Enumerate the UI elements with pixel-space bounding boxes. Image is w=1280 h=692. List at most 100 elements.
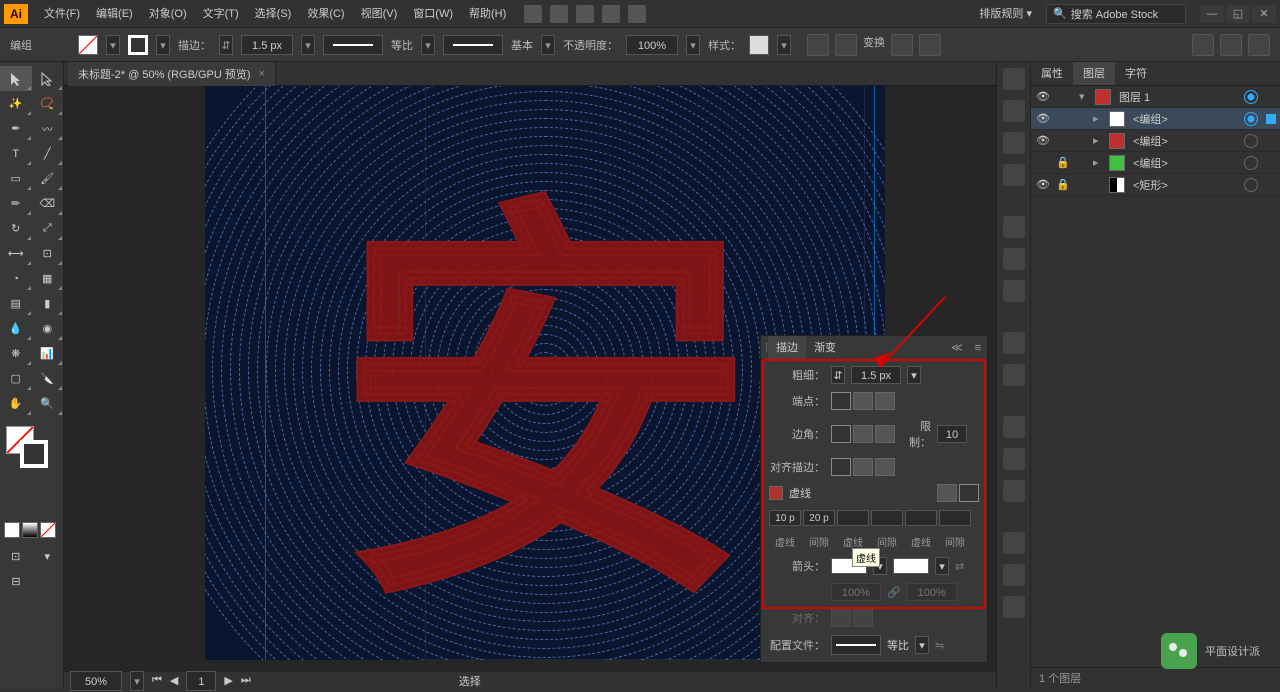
blend-tool[interactable]: ◉	[32, 316, 64, 341]
brush-def-preview[interactable]	[443, 35, 503, 55]
target-icon[interactable]	[1244, 90, 1258, 104]
tab-properties[interactable]: 属性	[1031, 62, 1073, 85]
stroke-weight-dropdown[interactable]: ▾	[301, 35, 315, 55]
optbar-extra-3[interactable]	[1248, 34, 1270, 56]
menubar-icon-5[interactable]	[628, 5, 646, 23]
graphic-styles-panel-icon[interactable]	[1003, 364, 1025, 386]
stroke-panel-icon[interactable]	[1003, 216, 1025, 238]
dash-input-1[interactable]	[837, 510, 869, 526]
line-tool[interactable]: ╱	[32, 141, 64, 166]
visibility-toggle[interactable]: 👁	[1035, 112, 1051, 125]
weight-dropdown[interactable]: ▾	[907, 366, 921, 384]
artboard-nav-next2[interactable]: ⏭	[241, 674, 251, 687]
layer-name[interactable]: <编组>	[1129, 111, 1240, 127]
window-close-button[interactable]: ✕	[1252, 5, 1276, 23]
panel-collapse-button[interactable]: ≪	[945, 341, 969, 354]
edit-icon[interactable]	[919, 34, 941, 56]
expand-toggle[interactable]: ▸	[1093, 112, 1105, 125]
shape-builder-tool[interactable]: ◔	[0, 266, 32, 291]
cap-butt-button[interactable]	[831, 392, 851, 410]
align-icon[interactable]	[835, 34, 857, 56]
artboard-tool[interactable]: ▢	[0, 366, 32, 391]
symbol-sprayer-tool[interactable]: ❋	[0, 341, 32, 366]
menu-effect[interactable]: 效果(C)	[299, 0, 352, 28]
menubar-icon-3[interactable]	[576, 5, 594, 23]
menu-object[interactable]: 对象(O)	[141, 0, 195, 28]
rotate-tool[interactable]: ↻	[0, 216, 32, 241]
layer-name[interactable]: 图层 1	[1115, 89, 1240, 105]
target-icon[interactable]	[1244, 156, 1258, 170]
appearance-panel-icon[interactable]	[1003, 332, 1025, 354]
expand-toggle[interactable]: ▾	[1079, 90, 1091, 103]
slice-tool[interactable]: 🔪	[32, 366, 64, 391]
target-icon[interactable]	[1244, 134, 1258, 148]
align-panel-icon[interactable]	[1003, 532, 1025, 554]
gradient-panel-icon[interactable]	[1003, 248, 1025, 270]
dash-align-button[interactable]	[959, 484, 979, 502]
menubar-icon-4[interactable]	[602, 5, 620, 23]
symbols-panel-icon[interactable]	[1003, 164, 1025, 186]
window-restore-button[interactable]: ◱	[1226, 5, 1250, 23]
corner-round-button[interactable]	[853, 425, 873, 443]
transparency-panel-icon[interactable]	[1003, 280, 1025, 302]
close-tab-icon[interactable]: ×	[259, 68, 265, 80]
none-mode-button[interactable]	[40, 522, 56, 538]
eraser-tool[interactable]: ⌫	[32, 191, 64, 216]
layer-row[interactable]: 👁 ▸ <编组>	[1031, 130, 1280, 152]
width-tool[interactable]: ⟷	[0, 241, 32, 266]
screen-mode-dropdown[interactable]: ▾	[32, 544, 64, 569]
tab-character[interactable]: 字符	[1115, 62, 1157, 85]
swap-arrows-icon[interactable]: ⇄	[955, 560, 964, 573]
stroke-profile-dropdown[interactable]: ▾	[421, 35, 435, 55]
layout-rules-dropdown[interactable]: 排版规则 ▾	[971, 0, 1040, 28]
document-tab[interactable]: 未标题-2* @ 50% (RGB/GPU 预览) ×	[68, 62, 276, 86]
stroke-weight-input[interactable]: 1.5 px	[241, 35, 293, 55]
perspective-tool[interactable]: ▦	[32, 266, 64, 291]
lock-toggle[interactable]: 🔒	[1055, 156, 1071, 169]
rectangle-tool[interactable]: ▭	[0, 166, 32, 191]
lock-toggle[interactable]: 🔒	[1055, 178, 1071, 191]
corner-miter-button[interactable]	[831, 425, 851, 443]
free-transform-tool[interactable]: ⊡	[32, 241, 64, 266]
fill-stroke-swatches[interactable]	[0, 422, 63, 472]
color-mode-button[interactable]	[4, 522, 20, 538]
lasso-tool[interactable]: 📿	[32, 91, 64, 116]
stroke-dropdown[interactable]: ▾	[156, 35, 170, 55]
visibility-toggle[interactable]: 👁	[1035, 134, 1051, 147]
gradient-tool[interactable]: ▮	[32, 291, 64, 316]
scale-tool[interactable]: ⤢	[32, 216, 64, 241]
selection-tool[interactable]	[0, 66, 32, 91]
stroke-weight-stepper[interactable]: ⇵	[219, 35, 233, 55]
align-center-button[interactable]	[831, 458, 851, 476]
artboard-number-input[interactable]: 1	[186, 671, 216, 691]
expand-toggle[interactable]: ▸	[1093, 156, 1105, 169]
zoom-dropdown[interactable]: ▾	[130, 671, 144, 691]
brushes-panel-icon[interactable]	[1003, 132, 1025, 154]
gap-input-1[interactable]	[871, 510, 903, 526]
visibility-toggle[interactable]: 👁	[1035, 178, 1051, 191]
artboard-nav-next[interactable]: ▶	[224, 674, 232, 687]
menu-edit[interactable]: 编辑(E)	[88, 0, 141, 28]
expand-toggle[interactable]: ▸	[1093, 134, 1105, 147]
adobe-stock-search[interactable]: 🔍 搜索 Adobe Stock	[1046, 4, 1186, 24]
dash-preserve-button[interactable]	[937, 484, 957, 502]
magic-wand-tool[interactable]: ✨	[0, 91, 32, 116]
layer-row[interactable]: 🔒 ▸ <编组>	[1031, 152, 1280, 174]
fill-dropdown[interactable]: ▾	[106, 35, 120, 55]
tab-layers[interactable]: 图层	[1073, 62, 1115, 85]
visibility-toggle[interactable]: 👁	[1035, 90, 1051, 103]
menu-window[interactable]: 窗口(W)	[405, 0, 461, 28]
dash-input-0[interactable]: 10 p	[769, 510, 801, 526]
toolbox-stroke-swatch[interactable]	[20, 440, 48, 468]
hand-tool[interactable]: ✋	[0, 391, 32, 416]
flip-profile-icon[interactable]: ⇋	[935, 639, 944, 652]
artboards-panel-icon[interactable]	[1003, 480, 1025, 502]
optbar-extra-2[interactable]	[1220, 34, 1242, 56]
gradient-mode-button[interactable]	[22, 522, 38, 538]
layers-panel-icon[interactable]	[1003, 416, 1025, 438]
artboard-nav-prev[interactable]: ◀	[170, 674, 178, 687]
menu-view[interactable]: 视图(V)	[353, 0, 406, 28]
panel-menu-icon[interactable]: ≡	[969, 342, 987, 354]
menu-select[interactable]: 选择(S)	[247, 0, 300, 28]
style-swatch[interactable]	[749, 35, 769, 55]
